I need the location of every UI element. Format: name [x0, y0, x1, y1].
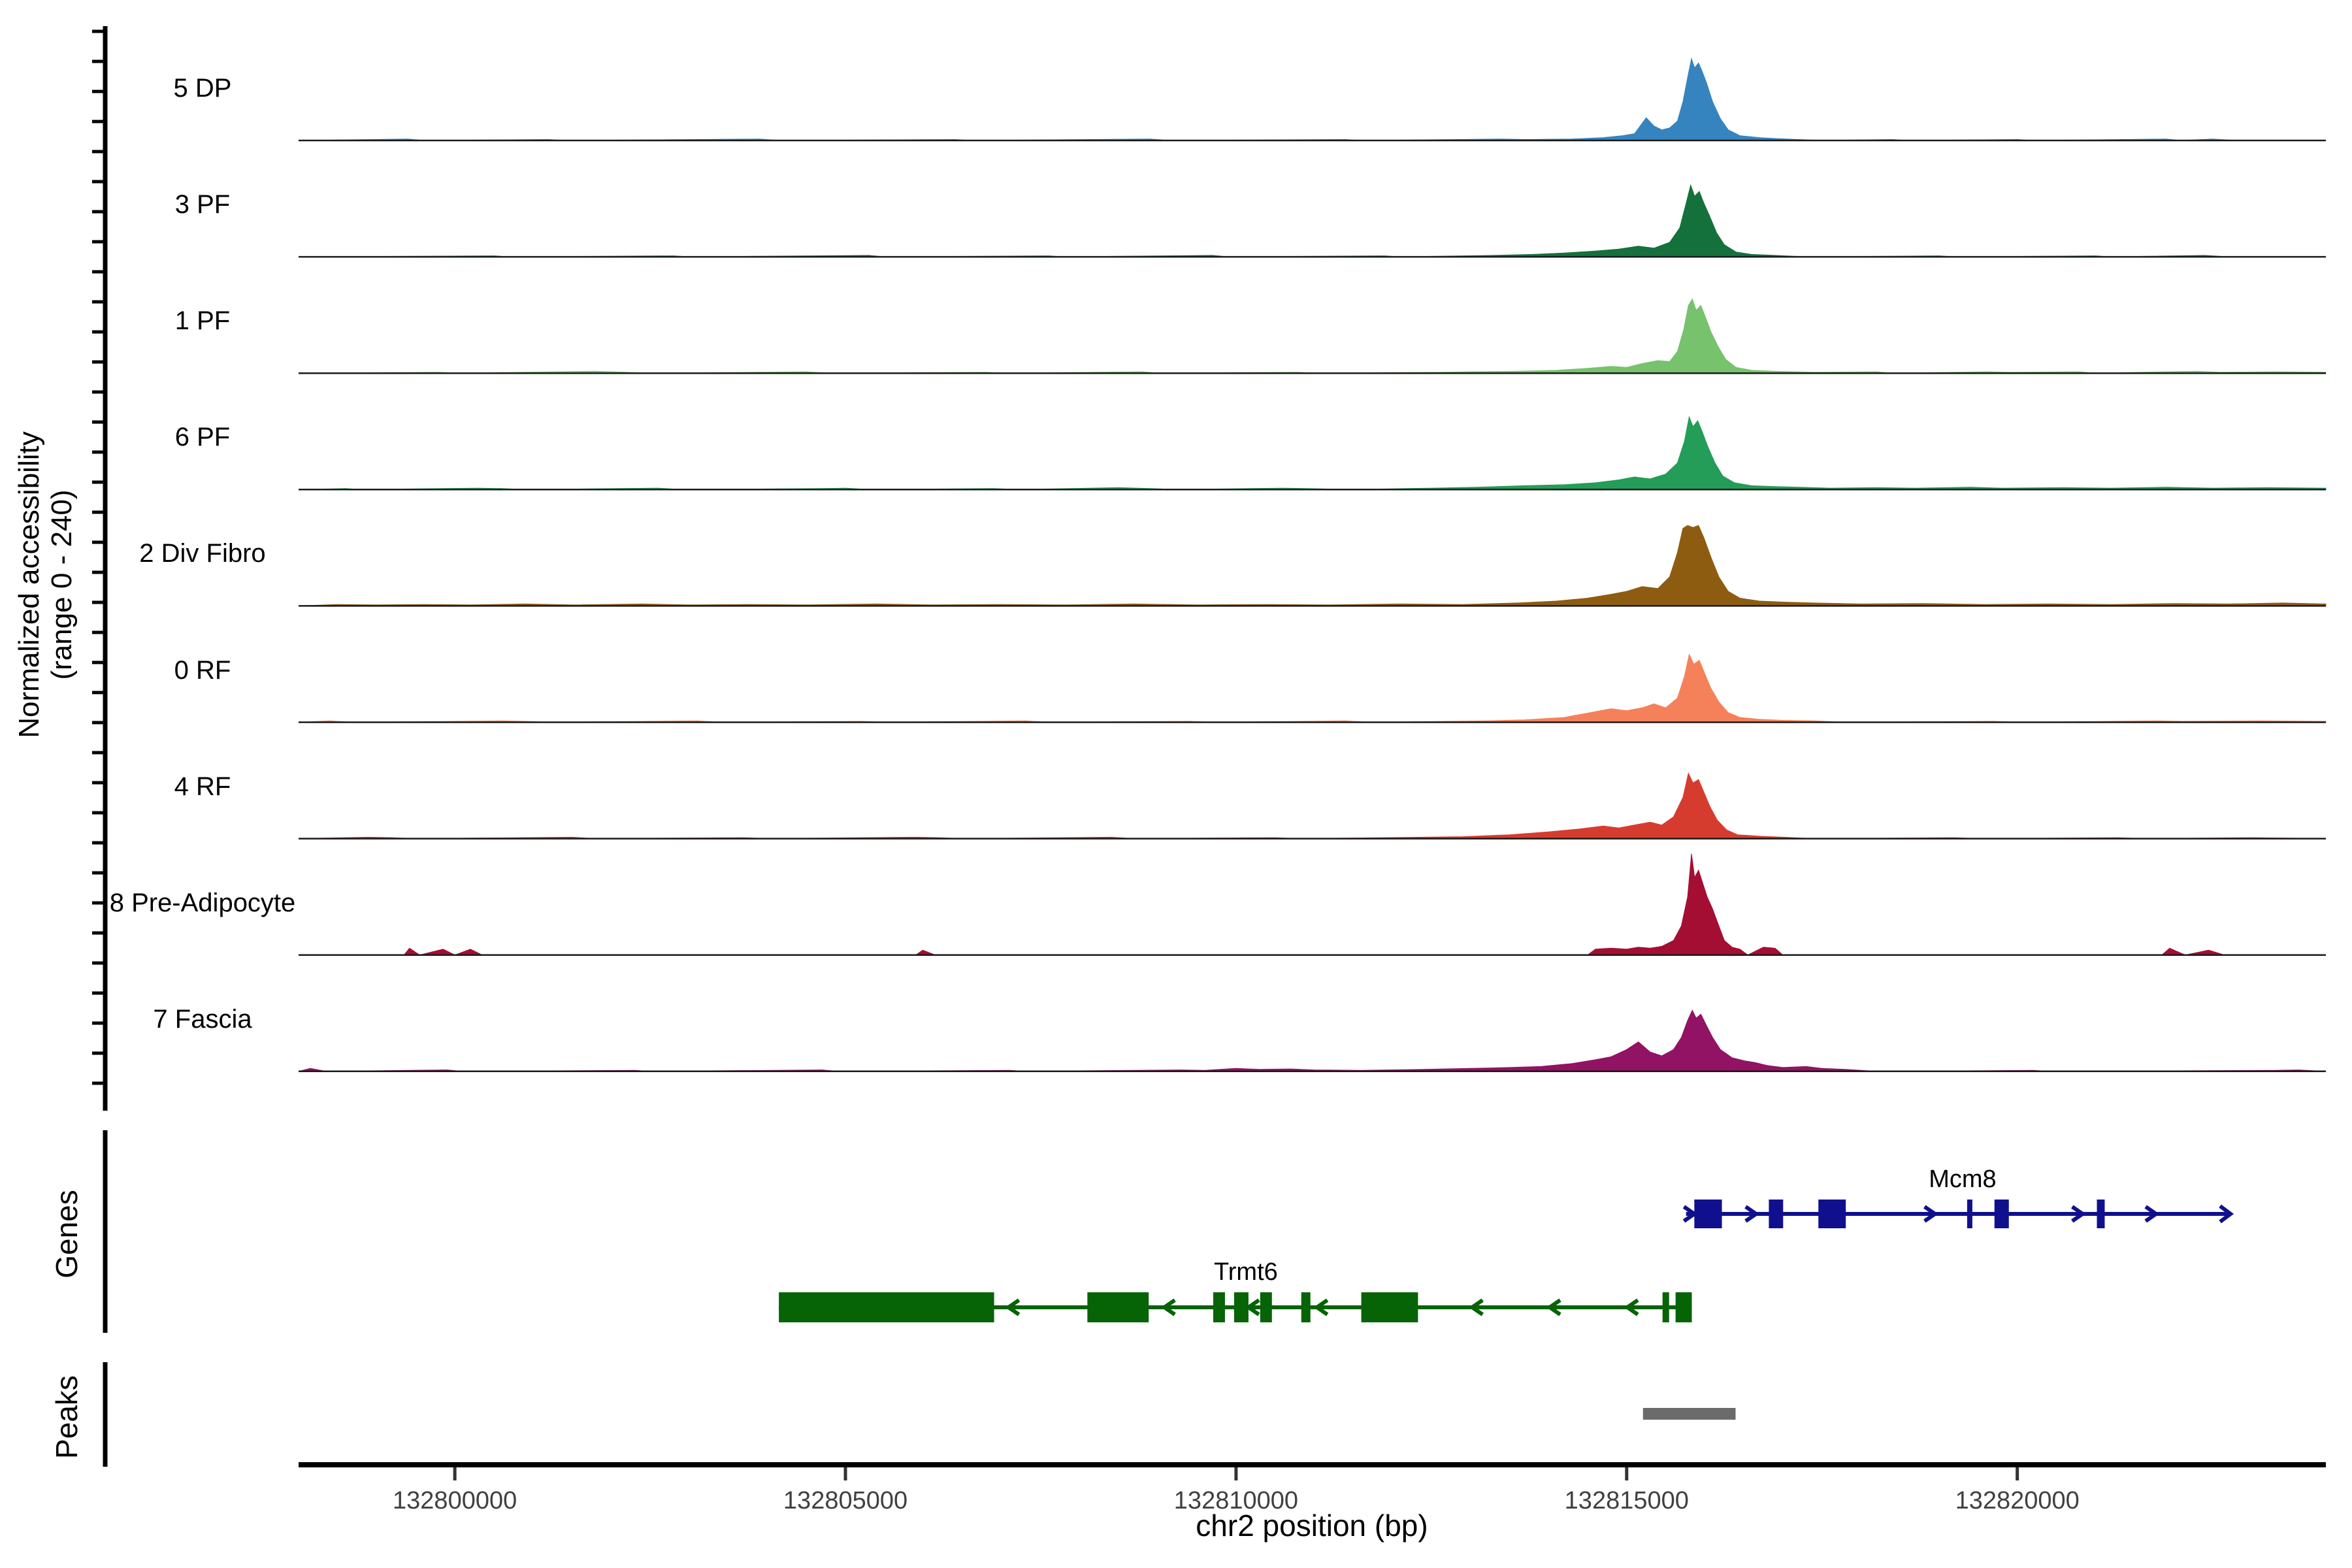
track-label: 7 Fascia — [33, 1005, 372, 1034]
coverage-area — [299, 59, 2326, 140]
x-axis-tick-label: 132805000 — [741, 1487, 950, 1515]
y-axis-title-line1: Normalized accessibility — [13, 431, 45, 738]
gene-exon — [2097, 1200, 2105, 1228]
gene-exon — [1694, 1200, 1722, 1228]
coverage-area — [299, 854, 2326, 955]
y-axis-title: Normalized accessibility (range 0 - 240) — [13, 336, 78, 833]
peaks-section-label: Peaks — [49, 1332, 84, 1502]
gene-exon — [1676, 1292, 1692, 1322]
track-label: 2 Div Fibro — [33, 539, 372, 568]
coverage-area — [299, 299, 2326, 374]
peak-region-bar — [1643, 1408, 1736, 1420]
gene-exon — [1213, 1292, 1225, 1322]
gene-exon — [1260, 1292, 1272, 1322]
track-label: 4 RF — [33, 772, 372, 802]
gene-exon — [1663, 1292, 1669, 1322]
coverage-area — [299, 417, 2326, 489]
gene-exon — [1818, 1200, 1846, 1228]
coverage-area — [299, 185, 2326, 257]
gene-name-label: Mcm8 — [1865, 1166, 2061, 1194]
gene-exon — [1087, 1292, 1149, 1322]
gene-exon — [779, 1292, 994, 1322]
gene-exon — [1769, 1200, 1783, 1228]
gene-exon — [1995, 1200, 2009, 1228]
track-label: 6 PF — [33, 423, 372, 452]
track-label: 1 PF — [33, 306, 372, 336]
coverage-area — [299, 774, 2326, 839]
x-axis-tick-label: 132800000 — [350, 1487, 559, 1515]
genome-coverage-figure: Normalized accessibility (range 0 - 240)… — [0, 0, 2352, 1568]
track-label: 8 Pre-Adipocyte — [33, 889, 372, 918]
gene-name-label: Trmt6 — [1148, 1258, 1344, 1286]
coverage-area — [299, 1010, 2326, 1071]
track-label: 3 PF — [33, 190, 372, 220]
y-axis-title-line2: (range 0 - 240) — [46, 489, 78, 679]
x-axis-tick-label: 132820000 — [1913, 1487, 2122, 1515]
track-label: 0 RF — [33, 656, 372, 685]
track-label: 5 DP — [33, 74, 372, 103]
genes-section-label: Genes — [49, 1149, 84, 1319]
coverage-area — [299, 655, 2326, 723]
x-axis-tick-label: 132815000 — [1522, 1487, 1731, 1515]
coverage-area — [299, 525, 2326, 606]
x-axis-title: chr2 position (bp) — [1116, 1508, 1508, 1543]
gene-exon — [1234, 1292, 1249, 1322]
gene-exon — [1967, 1200, 1972, 1228]
gene-exon — [1301, 1292, 1311, 1322]
gene-exon — [1362, 1292, 1418, 1322]
